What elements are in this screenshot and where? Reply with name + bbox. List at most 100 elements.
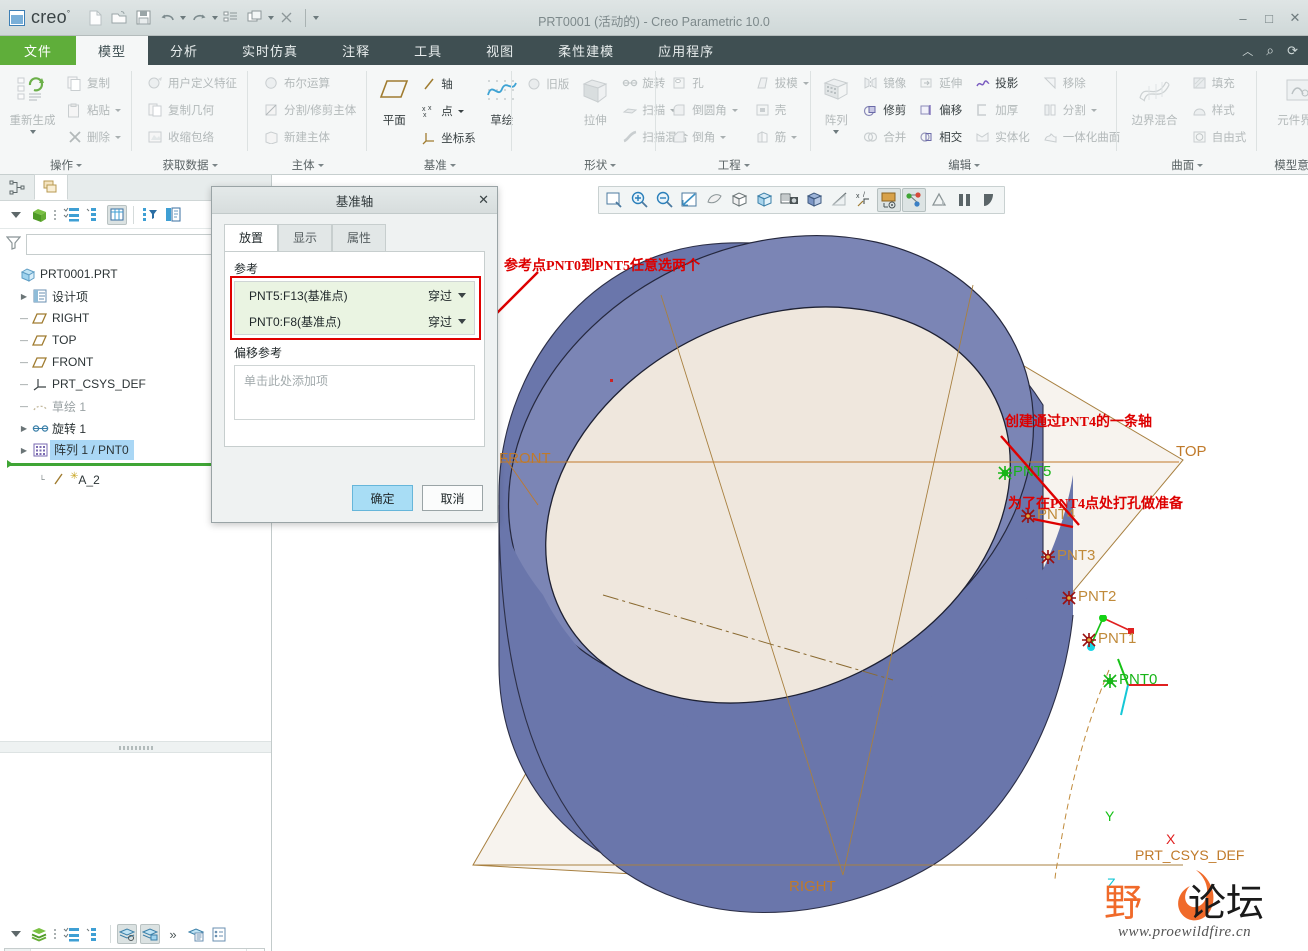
tree-filter-icon[interactable] — [140, 205, 160, 225]
tab-file[interactable]: 文件 — [0, 36, 77, 65]
layer-tree-toolbar[interactable]: » — [0, 920, 271, 948]
layer-more-dots-icon[interactable] — [52, 925, 58, 943]
repaint-icon[interactable] — [602, 188, 626, 212]
ribbon-right-controls[interactable]: ︿ ⌕ ⟳ — [1242, 36, 1308, 65]
trim-button[interactable]: 修剪 — [857, 97, 911, 123]
perspective-icon[interactable] — [827, 188, 851, 212]
pattern-dropdown-icon[interactable] — [833, 130, 840, 134]
round-dropdown-icon[interactable] — [731, 108, 738, 112]
tree-arrow[interactable]: ▶ — [18, 424, 30, 433]
draft-button[interactable]: 拔模 — [749, 70, 814, 96]
maximize-button[interactable]: □ — [1262, 11, 1276, 26]
boolean-button[interactable]: 布尔运算 — [258, 70, 361, 96]
datum-csys-button[interactable]: 坐标系 — [415, 125, 481, 151]
model-tree-tab[interactable] — [0, 174, 34, 200]
redo-icon[interactable] — [188, 7, 210, 29]
panel-splitter[interactable] — [0, 741, 271, 753]
collapse-ribbon-icon[interactable]: ︿ — [1242, 43, 1253, 59]
graphics-toolbar[interactable]: x / — [598, 186, 1005, 214]
paste-button[interactable]: 粘贴 — [61, 97, 126, 123]
tab-flexible-modeling[interactable]: 柔性建模 — [536, 36, 636, 65]
point-display-icon[interactable] — [902, 188, 926, 212]
shrinkwrap-button[interactable]: 收缩包络 — [142, 124, 242, 150]
dialog-close-icon[interactable]: ✕ — [478, 192, 489, 208]
group-label-datum[interactable]: 基准 — [367, 155, 512, 175]
undo-icon[interactable] — [156, 7, 178, 29]
regenerate-icon[interactable] — [220, 7, 242, 29]
hole-button[interactable]: 孔 — [666, 70, 743, 96]
undo-dropdown-icon[interactable] — [180, 15, 187, 20]
quick-access-toolbar[interactable] — [84, 7, 320, 29]
group-label-shapes[interactable]: 形状 — [512, 155, 656, 175]
ribbon-tab-bar[interactable]: 文件 模型 分析 实时仿真 注释 工具 视图 柔性建模 应用程序 ︿ ⌕ ⟳ — [0, 36, 1308, 65]
boundary-blend-button[interactable]: 边界混合 — [1125, 70, 1184, 128]
tree-arrow[interactable]: ▶ — [18, 446, 30, 455]
layer-overflow-icon[interactable]: » — [163, 924, 183, 944]
zoom-out-icon[interactable] — [652, 188, 676, 212]
tab-applications[interactable]: 应用程序 — [636, 36, 736, 65]
split-surface-dropdown-icon[interactable] — [1090, 108, 1097, 112]
intersect-button[interactable]: 相交 — [913, 124, 967, 150]
fill-button[interactable]: 填充 — [1186, 70, 1252, 96]
close-button[interactable]: ✕ — [1288, 10, 1302, 26]
qat-customize-icon[interactable] — [313, 15, 320, 20]
layer-tree-tab[interactable] — [34, 174, 68, 200]
display-style-icon[interactable] — [802, 188, 826, 212]
snapshot-icon[interactable] — [777, 188, 801, 212]
remove-button[interactable]: 移除 — [1037, 70, 1126, 96]
layer-collapse-icon[interactable] — [6, 924, 26, 944]
datum-point-dropdown-icon[interactable] — [457, 109, 464, 113]
zoom-in-icon[interactable] — [627, 188, 651, 212]
tab-annotate[interactable]: 注释 — [320, 36, 392, 65]
datum-axis-dialog[interactable]: 基准轴 ✕ 放置 显示 属性 参考 PNT5:F13(基准点) 穿过 PNT0:… — [211, 186, 498, 523]
layer-visibility-icon[interactable] — [117, 924, 137, 944]
draft-dropdown-icon[interactable] — [802, 81, 809, 85]
layer-isolate-icon[interactable] — [140, 924, 160, 944]
save-icon[interactable] — [132, 7, 154, 29]
saved-orientations-icon[interactable] — [727, 188, 751, 212]
tree-copy-icon[interactable] — [163, 205, 183, 225]
chevron-down-icon[interactable] — [458, 292, 466, 298]
group-label-editing[interactable]: 编辑 — [811, 155, 1117, 175]
expand-list-icon[interactable] — [84, 205, 104, 225]
datum-point-button[interactable]: xxx 点 — [415, 98, 481, 124]
layer-expand-icon[interactable] — [84, 924, 104, 944]
tab-view[interactable]: 视图 — [464, 36, 536, 65]
references-list[interactable]: PNT5:F13(基准点) 穿过 PNT0:F8(基准点) 穿过 — [230, 276, 481, 340]
legacy-button[interactable]: 旧版 — [520, 71, 574, 97]
copy-button[interactable]: 复制 — [61, 70, 126, 96]
group-label-get-data[interactable]: 获取数据 — [132, 155, 248, 175]
tree-arrow[interactable]: ▶ — [18, 292, 30, 301]
delete-button[interactable]: 删除 — [61, 124, 126, 150]
dialog-tab-placement[interactable]: 放置 — [224, 224, 279, 251]
layer-list-icon[interactable] — [61, 924, 81, 944]
extend-button[interactable]: 延伸 — [913, 70, 967, 96]
tab-model[interactable]: 模型 — [76, 36, 149, 65]
rib-dropdown-icon[interactable] — [791, 135, 798, 139]
redo-dropdown-icon[interactable] — [212, 15, 219, 20]
ok-button[interactable]: 确定 — [352, 485, 413, 511]
udf-button[interactable]: 用户定义特征 — [142, 70, 242, 96]
help-icon[interactable]: ⟳ — [1287, 43, 1298, 59]
solidify-button[interactable]: 实体化 — [969, 124, 1035, 150]
annotation-display-icon[interactable] — [877, 188, 901, 212]
window-icon[interactable] — [244, 7, 266, 29]
tree-collapse-icon[interactable] — [6, 205, 26, 225]
layer-properties-icon[interactable] — [209, 924, 229, 944]
split-body-button[interactable]: 分割/修剪主体 — [258, 97, 361, 123]
copy-geometry-button[interactable]: 复制几何 — [142, 97, 242, 123]
dialog-tabs[interactable]: 放置 显示 属性 — [212, 214, 497, 251]
spin-center-icon[interactable] — [927, 188, 951, 212]
window-controls[interactable]: – □ ✕ — [1236, 0, 1302, 36]
datum-display-icon[interactable]: x / — [852, 188, 876, 212]
open-file-icon[interactable] — [108, 7, 130, 29]
group-label-body[interactable]: 主体 — [248, 155, 367, 175]
tree-columns-icon[interactable] — [107, 204, 127, 225]
tab-tools[interactable]: 工具 — [392, 36, 464, 65]
search-icon[interactable]: ⌕ — [1266, 42, 1274, 59]
unified-surface-button[interactable]: 一体化曲面 — [1037, 124, 1126, 150]
new-file-icon[interactable] — [84, 7, 106, 29]
reference-row-pnt5[interactable]: PNT5:F13(基准点) 穿过 — [235, 282, 474, 308]
new-body-button[interactable]: 新建主体 — [258, 124, 361, 150]
pattern-button[interactable]: 阵列 — [817, 70, 855, 134]
